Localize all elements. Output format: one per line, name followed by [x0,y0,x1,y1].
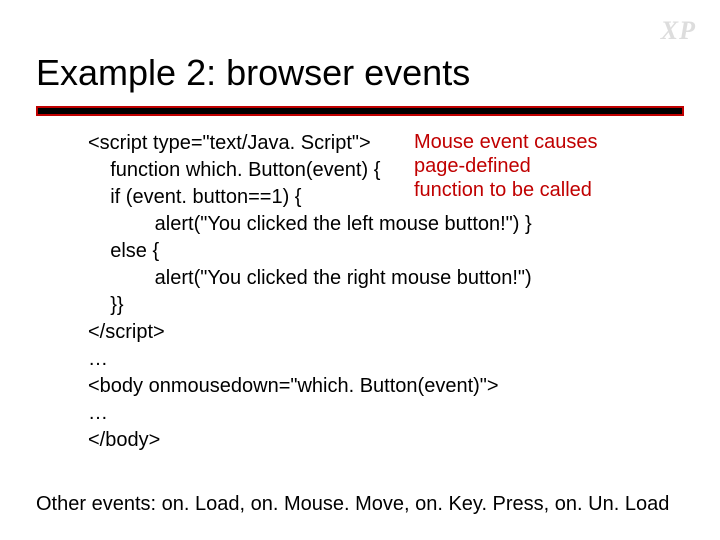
code-line: alert("You clicked the left mouse button… [88,213,532,235]
callout-text: Mouse event causes page-defined function… [414,130,674,202]
corner-tag: XP [661,16,696,46]
callout-line-2: page-defined [414,155,531,177]
code-line: </body> [88,429,160,451]
code-line: alert("You clicked the right mouse butto… [88,267,532,289]
code-line: … [88,402,108,424]
code-line: <body onmousedown="which. Button(event)"… [88,375,499,397]
content-area: Mouse event causes page-defined function… [36,130,684,454]
code-line: <script type="text/Java. Script"> [88,132,371,154]
footer-text: Other events: on. Load, on. Mouse. Move,… [36,493,684,516]
code-line: }} [88,294,124,316]
slide-title: Example 2: browser events [36,52,470,94]
code-line: … [88,348,108,370]
title-rule-inner [38,108,682,114]
slide: XP Example 2: browser events Mouse event… [0,0,720,540]
callout-line-1: Mouse event causes [414,131,597,153]
code-line: if (event. button==1) { [88,186,301,208]
code-line: else { [88,240,159,262]
code-line: function which. Button(event) { [88,159,380,181]
callout-line-3: function to be called [414,179,592,201]
code-line: </script> [88,321,165,343]
title-rule [36,106,684,116]
